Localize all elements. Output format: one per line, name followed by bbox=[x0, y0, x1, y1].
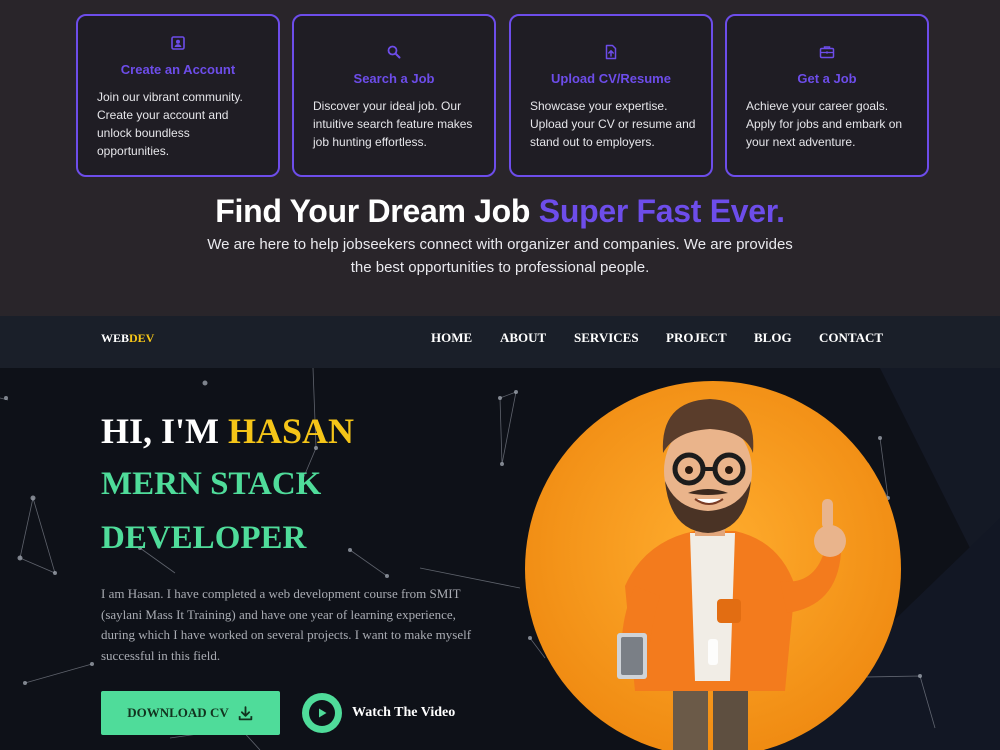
card-description: Showcase your expertise. Upload your CV … bbox=[530, 99, 696, 149]
top-navbar: WEBDEV HOME ABOUT SERVICES PROJECT BLOG … bbox=[0, 316, 1000, 368]
card-description: Discover your ideal job. Our intuitive s… bbox=[313, 99, 473, 149]
hero-section: HI, I'M HASAN MERN STACK DEVELOPER I am … bbox=[0, 368, 1000, 750]
feature-card-get-job[interactable]: Get a Job Achieve your career goals. App… bbox=[725, 14, 929, 177]
features-headline: Find Your Dream Job Super Fast Ever. bbox=[215, 193, 785, 229]
id-card-icon bbox=[78, 35, 278, 56]
play-icon bbox=[319, 708, 327, 718]
feature-card-create-account[interactable]: Create an Account Join our vibrant commu… bbox=[76, 14, 280, 177]
nav-item-services[interactable]: SERVICES bbox=[574, 330, 639, 346]
feature-card-upload-cv[interactable]: Upload CV/Resume Showcase your expertise… bbox=[509, 14, 713, 177]
download-icon bbox=[238, 705, 252, 720]
nav-item-contact[interactable]: CONTACT bbox=[819, 330, 883, 346]
site-logo[interactable]: WEBDEV bbox=[101, 331, 154, 346]
card-title: Create an Account bbox=[120, 62, 236, 77]
download-cv-button[interactable]: DOWNLOAD CV bbox=[101, 691, 280, 735]
headline-accent: Super Fast Ever. bbox=[538, 193, 785, 229]
nav-item-about[interactable]: ABOUT bbox=[500, 330, 546, 346]
hero-bio: I am Hasan. I have completed a web devel… bbox=[101, 586, 472, 663]
nav-item-project[interactable]: PROJECT bbox=[666, 330, 727, 346]
play-video-button[interactable] bbox=[302, 693, 342, 733]
developer-avatar-illustration bbox=[525, 381, 901, 750]
file-upload-icon bbox=[511, 44, 711, 65]
nav-item-blog[interactable]: BLOG bbox=[754, 330, 792, 346]
card-description: Achieve your career goals. Apply for job… bbox=[746, 99, 903, 149]
feature-cards: Create an Account Join our vibrant commu… bbox=[76, 14, 930, 177]
hero-avatar bbox=[525, 381, 901, 750]
hero-greeting: HI, I'M HASAN bbox=[101, 411, 355, 451]
hero-role-line-2: DEVELOPER bbox=[101, 520, 307, 556]
watch-video-link[interactable]: Watch The Video bbox=[352, 705, 455, 721]
card-title: Search a Job bbox=[353, 71, 435, 86]
card-description: Join our vibrant community. Create your … bbox=[97, 90, 243, 158]
features-section: Create an Account Join our vibrant commu… bbox=[0, 0, 1000, 316]
nav-item-home[interactable]: HOME bbox=[431, 330, 472, 346]
briefcase-icon bbox=[727, 44, 927, 65]
download-cv-label: DOWNLOAD CV bbox=[127, 705, 229, 720]
hero-role-line-1: MERN STACK bbox=[101, 466, 322, 502]
card-title: Upload CV/Resume bbox=[551, 71, 671, 86]
card-title: Get a Job bbox=[797, 71, 857, 86]
search-icon bbox=[294, 44, 494, 65]
features-subtitle: We are here to help jobseekers connect w… bbox=[207, 236, 793, 276]
hero-name: HASAN bbox=[228, 411, 355, 451]
feature-card-search-job[interactable]: Search a Job Discover your ideal job. Ou… bbox=[292, 14, 496, 177]
